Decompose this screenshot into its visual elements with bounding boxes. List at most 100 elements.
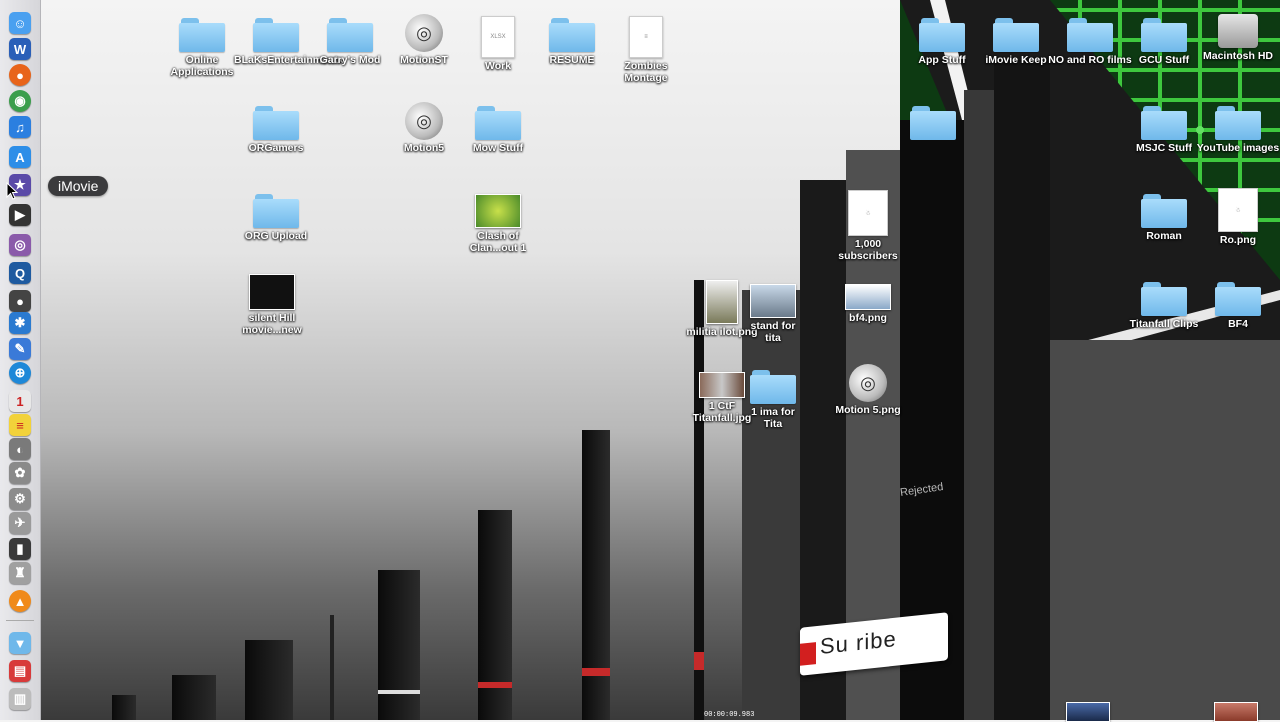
file-ro-png[interactable]: ☃ Ro.png [1196, 186, 1280, 246]
folder-orgamers[interactable]: ORGamers [234, 102, 318, 154]
file-motionst[interactable]: ◎ MotionST [382, 14, 466, 66]
folder-label: ORGamers [248, 142, 304, 154]
folder-icon [1141, 106, 1187, 140]
folder-label: Garry's Mod [319, 54, 381, 66]
folder-icon [179, 18, 225, 52]
safari-icon[interactable]: ⊕ [9, 362, 31, 384]
folder-label: BLaKsEntertainmentx [234, 54, 344, 66]
file-label: bf4.png [849, 312, 887, 324]
downloads-stack-icon[interactable]: ▼ [9, 632, 31, 654]
photo-booth-icon[interactable]: ✿ [9, 462, 31, 484]
automator-icon[interactable]: ♜ [9, 562, 31, 584]
file-motion5[interactable]: ◎ Motion5 [382, 102, 466, 154]
terminal-icon[interactable]: ▮ [9, 538, 31, 560]
folder-bf4[interactable]: BF4 [1196, 278, 1280, 330]
finder-icon[interactable]: ☺ [9, 12, 31, 34]
word-icon[interactable]: W [9, 38, 31, 60]
preview-icon[interactable]: ◐ [9, 438, 31, 460]
file-label: Clash of Clan...out 1 [469, 230, 527, 254]
motion-icon[interactable]: ◎ [9, 234, 31, 256]
network-icon[interactable]: ✱ [9, 312, 31, 334]
slat [964, 90, 994, 720]
final-cut-icon[interactable]: ▶ [9, 204, 31, 226]
folder-titanfall-clips[interactable]: Titanfall Clips [1122, 278, 1206, 330]
image-thumbnail: ☃ [1218, 188, 1258, 232]
file-label: 1,000 subscribers [838, 238, 898, 262]
folder-imovie-keep[interactable]: iMovie Keep [974, 14, 1058, 66]
drive-macintosh-hd[interactable]: Macintosh HD [1196, 10, 1280, 62]
folder-label: iMovie Keep [985, 54, 1047, 66]
folder-label: Mow Stuff [472, 142, 524, 154]
chrome-icon[interactable]: ◉ [9, 90, 31, 112]
folder-no-and-ro-films[interactable]: NO and RO films [1048, 14, 1132, 66]
folder-image-titanfall[interactable]: 1 ima for Tita [742, 366, 804, 430]
folder-icon [1141, 194, 1187, 228]
motion-app-icon: ◎ [405, 14, 443, 52]
folder-blaks-entertainment[interactable]: BLaKsEntertainmentx [234, 14, 344, 66]
dock: ☺ W ● ◉ ♫ A ★ ▶ ◎ Q ● ✱ ✎ ⊕ 1 ≡ ◐ ✿ ⚙ ✈ ▮ ♜ ▲ ▼ ▤ ▥ [0, 0, 41, 720]
folder-youtube-images[interactable]: YouTube images [1196, 102, 1280, 154]
file-standard-titanfall[interactable]: stand for tita [742, 278, 804, 344]
utility-icon[interactable]: ✈ [9, 512, 31, 534]
motion-app-icon: ◎ [849, 364, 887, 402]
folder-icon [993, 18, 1039, 52]
folder-roman[interactable]: Roman [1122, 190, 1206, 242]
folder-icon [1067, 18, 1113, 52]
image-thumbnail [750, 284, 796, 318]
folder-mow-stuff[interactable]: Mow Stuff [456, 102, 540, 154]
slat [742, 290, 800, 720]
motion-app-icon: ◎ [405, 102, 443, 140]
firefox-icon[interactable]: ● [9, 64, 31, 86]
desktop-wallpaper [112, 0, 1280, 720]
white-accent [378, 690, 420, 694]
folder-online-applications[interactable]: Online Applications [160, 14, 244, 78]
slat [582, 430, 610, 720]
trash-icon[interactable]: ▥ [9, 688, 31, 710]
dock-tooltip: iMovie [48, 176, 109, 196]
folder-label: MSJC Stuff [1136, 142, 1192, 154]
file-1000-subscribers[interactable]: ☃ 1,000 subscribers [826, 188, 910, 262]
folder-label: Online Applications [170, 54, 234, 78]
folder-msjc-stuff[interactable]: MSJC Stuff [1122, 102, 1206, 154]
quicktime-icon[interactable]: Q [9, 262, 31, 284]
file-work[interactable]: XLSX Work [456, 14, 540, 72]
file-label: Ro.png [1219, 234, 1257, 246]
folder-org-upload[interactable]: ORG Upload [234, 190, 318, 242]
vlc-icon[interactable]: ▲ [9, 590, 31, 612]
folder-label: Roman [1146, 230, 1182, 242]
dock-separator [6, 620, 34, 621]
app-store-icon[interactable]: A [9, 146, 31, 168]
file-bf4-png[interactable]: bf4.png [826, 278, 910, 324]
folder-resume[interactable]: RESUME [530, 14, 614, 66]
folder-app-stuff[interactable]: App Stuff [900, 14, 984, 66]
slat [478, 510, 512, 720]
documents-stack-icon[interactable]: ▤ [9, 660, 31, 682]
system-preferences-icon[interactable]: ⚙ [9, 488, 31, 510]
slat [330, 615, 334, 720]
folder-icon [327, 18, 373, 52]
file-label: stand for tita [750, 320, 796, 344]
spreadsheet-icon: XLSX [481, 16, 515, 58]
folder-gcu-stuff[interactable]: GCU Stuff [1122, 14, 1206, 66]
image-thumbnail: ☃ [848, 190, 888, 236]
folder-label: Titanfall Clips [1129, 318, 1199, 330]
folder-garrys-mod[interactable]: Garry's Mod [308, 14, 392, 66]
file-silent-hill-movie[interactable]: silent Hill movie...new [230, 268, 314, 336]
file-label: Motion5 [403, 142, 445, 154]
folder-partial[interactable] [900, 102, 966, 140]
slat [245, 640, 293, 720]
calendar-icon[interactable]: 1 [9, 390, 31, 412]
folder-label: YouTube images [1196, 142, 1280, 154]
file-clash-of-clans[interactable]: Clash of Clan...out 1 [456, 188, 540, 254]
folder-icon [253, 18, 299, 52]
itunes-icon[interactable]: ♫ [9, 116, 31, 138]
image-thumbnail-partial[interactable] [1066, 702, 1110, 722]
image-thumbnail-partial[interactable] [1214, 702, 1258, 722]
stickies-icon[interactable]: ≡ [9, 414, 31, 436]
file-motion5-png[interactable]: ◎ Motion 5.png [826, 364, 910, 416]
xcode-icon[interactable]: ✎ [9, 338, 31, 360]
file-zombies-montage[interactable]: ≡ Zombies Montage [604, 14, 688, 84]
disk-utility-icon[interactable]: ● [9, 290, 31, 312]
folder-label: RESUME [549, 54, 595, 66]
folder-icon [253, 106, 299, 140]
